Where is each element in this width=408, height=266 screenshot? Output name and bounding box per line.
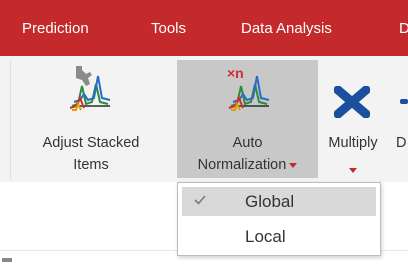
multiply-label: Multiply: [328, 135, 378, 151]
adjust-stacked-label-1: Adjust Stacked: [42, 135, 140, 151]
menu-next-partial[interactable]: D: [399, 18, 408, 40]
menu-option-global-label: Global: [245, 192, 295, 211]
menu-tools[interactable]: Tools: [151, 18, 186, 40]
menu-option-local-label: Local: [245, 227, 286, 246]
multiply-dropdown-caret-icon[interactable]: [349, 168, 357, 174]
auto-normalization-label-2: Normalization: [177, 154, 318, 176]
left-edge-marker: [2, 258, 12, 262]
svg-text:×n: ×n: [227, 65, 244, 81]
multiply-button[interactable]: Multiply: [320, 60, 386, 178]
menu-option-local[interactable]: Local: [182, 222, 376, 251]
multiply-icon: [334, 86, 370, 118]
next-button-icon: [400, 99, 408, 104]
adjust-stacked-spectra-icon: [69, 66, 111, 111]
menu-prediction[interactable]: Prediction: [22, 18, 89, 40]
auto-normalization-icon: ×n: [227, 65, 270, 111]
ribbon-divider: [10, 60, 11, 180]
normalization-dropdown-menu: Global Local: [177, 182, 381, 256]
auto-normalization-label-1: Auto: [232, 135, 263, 151]
next-button-label-partial: D: [396, 135, 407, 151]
menu-option-global[interactable]: Global: [182, 187, 376, 216]
adjust-stacked-items-button[interactable]: Adjust Stacked Items: [18, 60, 164, 178]
dropdown-caret-icon: [289, 162, 298, 168]
menu-data-analysis[interactable]: Data Analysis: [241, 18, 332, 40]
auto-normalization-label-text: Normalization: [197, 157, 287, 173]
next-ribbon-button-partial[interactable]: D: [394, 60, 408, 178]
checkmark-icon: [194, 195, 206, 205]
auto-normalization-button[interactable]: ×n Auto Normalization: [177, 60, 318, 178]
adjust-stacked-label-2: Items: [73, 157, 109, 173]
menu-bar: Prediction Tools Data Analysis D: [0, 0, 408, 56]
